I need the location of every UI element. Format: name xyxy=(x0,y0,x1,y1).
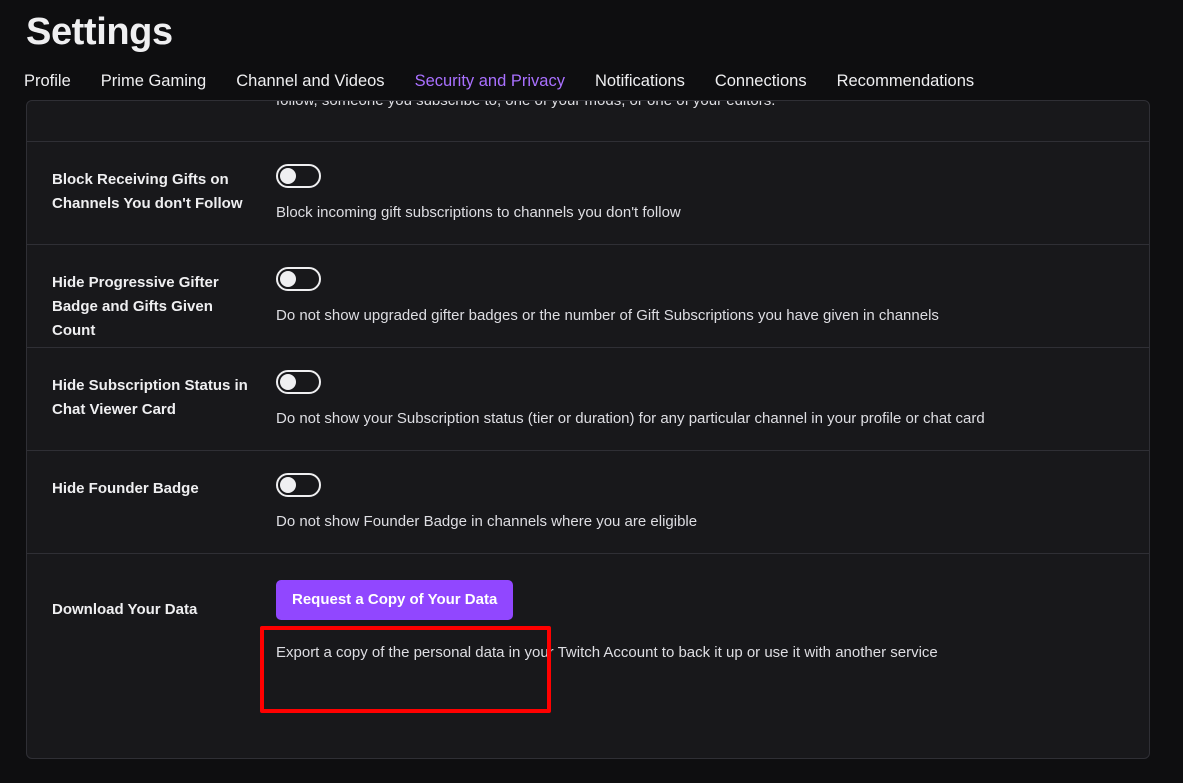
tab-connections[interactable]: Connections xyxy=(715,68,824,94)
setting-description: Export a copy of the personal data in yo… xyxy=(276,644,938,661)
setting-row-hide-progressive-gifter-badge: Hide Progressive Gifter Badge and Gifts … xyxy=(27,245,1149,348)
security-privacy-panel: follow, someone you subscribe to, one of… xyxy=(26,100,1150,759)
setting-body: Do not show Founder Badge in channels wh… xyxy=(276,451,1149,553)
setting-description: Block incoming gift subscriptions to cha… xyxy=(276,204,681,221)
toggle-knob xyxy=(280,271,296,287)
toggle-hide-progressive-gifter-badge[interactable] xyxy=(276,267,321,291)
toggle-knob xyxy=(280,168,296,184)
page-title: Settings xyxy=(26,11,173,53)
setting-body: Do not show your Subscription status (ti… xyxy=(276,348,1149,450)
toggle-hide-founder-badge[interactable] xyxy=(276,473,321,497)
tab-security-and-privacy[interactable]: Security and Privacy xyxy=(415,68,582,94)
setting-description: Do not show upgraded gifter badges or th… xyxy=(276,307,939,324)
setting-label: Download Your Data xyxy=(52,601,198,618)
tab-channel-and-videos[interactable]: Channel and Videos xyxy=(236,68,401,94)
settings-page: Settings Profile Prime Gaming Channel an… xyxy=(0,0,1183,783)
setting-row-hide-founder-badge: Hide Founder Badge Do not show Founder B… xyxy=(27,451,1149,554)
page-header: Settings Profile Prime Gaming Channel an… xyxy=(0,0,1183,100)
setting-body: Request a Copy of Your Data Export a cop… xyxy=(276,554,1149,664)
setting-description: Do not show your Subscription status (ti… xyxy=(276,410,985,427)
setting-label: Hide Founder Badge xyxy=(52,480,199,497)
tab-notifications[interactable]: Notifications xyxy=(595,68,702,94)
clipped-setting-description: follow, someone you subscribe to, one of… xyxy=(276,101,775,112)
toggle-knob xyxy=(280,477,296,493)
tab-prime-gaming[interactable]: Prime Gaming xyxy=(101,68,223,94)
toggle-knob xyxy=(280,374,296,390)
setting-body: Block incoming gift subscriptions to cha… xyxy=(276,142,1149,244)
request-copy-button-wrap: Request a Copy of Your Data xyxy=(276,554,1129,620)
setting-row-hide-subscription-status: Hide Subscription Status in Chat Viewer … xyxy=(27,348,1149,451)
setting-body: Do not show upgraded gifter badges or th… xyxy=(276,245,1149,347)
tab-profile[interactable]: Profile xyxy=(24,68,88,94)
tab-recommendations[interactable]: Recommendations xyxy=(837,68,975,94)
setting-row-block-receiving-gifts: Block Receiving Gifts on Channels You do… xyxy=(27,142,1149,245)
setting-label: Hide Progressive Gifter Badge and Gifts … xyxy=(52,274,219,339)
setting-description: Do not show Founder Badge in channels wh… xyxy=(276,513,698,530)
toggle-hide-subscription-status[interactable] xyxy=(276,370,321,394)
setting-label: Hide Subscription Status in Chat Viewer … xyxy=(52,377,248,418)
clipped-setting-row: follow, someone you subscribe to, one of… xyxy=(27,101,1149,142)
setting-row-download-your-data: Download Your Data Request a Copy of You… xyxy=(27,554,1149,664)
toggle-block-receiving-gifts[interactable] xyxy=(276,164,321,188)
setting-label: Block Receiving Gifts on Channels You do… xyxy=(52,171,243,212)
settings-tabbar: Profile Prime Gaming Channel and Videos … xyxy=(24,68,974,94)
request-a-copy-of-your-data-button[interactable]: Request a Copy of Your Data xyxy=(276,580,514,620)
